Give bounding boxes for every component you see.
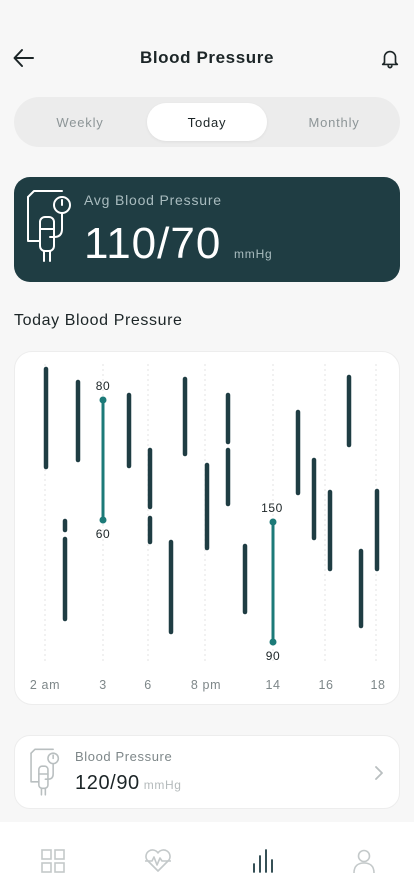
- tab-dashboard[interactable]: [36, 844, 70, 878]
- x-tick-label: 18: [370, 678, 385, 692]
- header: Blood Pressure: [0, 36, 414, 80]
- avg-label: Avg Blood Pressure: [84, 192, 222, 208]
- x-tick-label: 8 pm: [191, 678, 221, 692]
- chevron-right-icon: [375, 766, 383, 780]
- reading-value: 120/90: [75, 772, 140, 794]
- data-label: 60: [96, 527, 111, 541]
- blood-pressure-reading-card[interactable]: Blood Pressure 120/90 mmHg: [14, 735, 400, 809]
- user-icon: [353, 849, 375, 874]
- data-label: 80: [96, 379, 111, 393]
- highlight-point: [269, 518, 277, 526]
- data-label: 150: [261, 501, 283, 515]
- page-title: Blood Pressure: [139, 48, 275, 67]
- section-title: Today Blood Pressure: [14, 312, 183, 329]
- bottom-tab-bar: [0, 822, 414, 896]
- avg-blood-pressure-card: Avg Blood Pressure 110/70 mmHg: [14, 177, 400, 282]
- blood-pressure-monitor-icon: [30, 748, 60, 796]
- chart-gridlines: [44, 364, 377, 664]
- data-label: 90: [266, 649, 281, 663]
- x-tick-label: 2 am: [30, 678, 60, 692]
- segment-today[interactable]: Today: [147, 103, 267, 141]
- reading-label: Blood Pressure: [75, 749, 173, 764]
- grid-icon: [41, 849, 65, 873]
- tab-health[interactable]: [141, 844, 175, 878]
- x-tick-label: 16: [318, 678, 333, 692]
- highlight-point: [99, 396, 107, 404]
- segment-weekly[interactable]: Weekly: [20, 103, 140, 141]
- period-segmented-control: Weekly Today Monthly: [14, 97, 400, 147]
- bar-chart-icon: [253, 849, 273, 873]
- segment-monthly[interactable]: Monthly: [274, 103, 394, 141]
- chart-svg: 80 60 150 90 2 am 3 6 8 pm 14 16 18: [30, 364, 385, 692]
- avg-value: 110/70: [84, 219, 222, 268]
- avg-unit: mmHg: [234, 247, 273, 261]
- tab-profile[interactable]: [347, 844, 381, 878]
- chart-highlight-bars: [99, 396, 277, 646]
- tab-statistics[interactable]: [246, 844, 280, 878]
- x-tick-label: 14: [265, 678, 280, 692]
- reading-unit: mmHg: [143, 778, 182, 792]
- blood-pressure-chart: 80 60 150 90 2 am 3 6 8 pm 14 16 18: [14, 351, 400, 705]
- chart-bars: [43, 366, 380, 635]
- blood-pressure-monitor-icon: [27, 190, 71, 262]
- x-tick-label: 6: [144, 678, 152, 692]
- heart-pulse-icon: [145, 849, 171, 872]
- x-tick-label: 3: [99, 678, 107, 692]
- highlight-point: [269, 638, 277, 646]
- notifications-button[interactable]: [376, 44, 404, 72]
- highlight-point: [99, 516, 107, 524]
- reading-value-row: 120/90 mmHg: [75, 772, 182, 795]
- bell-icon: [381, 50, 399, 69]
